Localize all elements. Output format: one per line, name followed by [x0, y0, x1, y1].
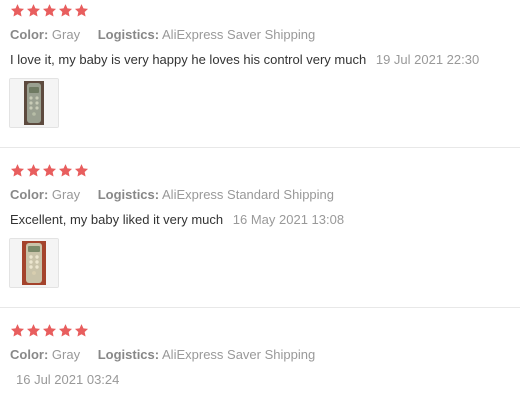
review-photo-thumbnail[interactable]: [9, 238, 59, 288]
color-label: Color:: [10, 187, 49, 202]
star-rating: [10, 3, 89, 19]
review-meta: Color: Gray Logistics: AliExpress Saver …: [10, 27, 329, 43]
star-icon: [10, 164, 25, 177]
star-icon: [42, 164, 57, 177]
logistics-label: Logistics:: [97, 27, 160, 42]
star-icon: [74, 4, 89, 17]
star-icon: [42, 324, 57, 337]
review-divider: [0, 147, 520, 148]
review-divider: [0, 307, 520, 308]
review-text: I love it, my baby is very happy he love…: [10, 52, 367, 67]
star-icon: [10, 4, 25, 17]
review-meta: Color: Gray Logistics: AliExpress Standa…: [10, 187, 348, 203]
logistics-label: Logistics:: [97, 187, 160, 202]
color-value: Gray: [51, 27, 81, 42]
star-icon: [74, 324, 89, 337]
review-date: 16 Jul 2021 03:24: [16, 372, 120, 387]
star-icon: [74, 164, 89, 177]
star-rating: [10, 323, 89, 339]
review-date: 19 Jul 2021 22:30: [375, 52, 480, 67]
star-icon: [26, 4, 41, 17]
toy-remote-photo-icon: [10, 239, 58, 287]
review-photo-thumbnail[interactable]: [9, 78, 59, 128]
logistics-value: AliExpress Standard Shipping: [162, 187, 335, 202]
review-body: 16 Jul 2021 03:24: [10, 372, 119, 388]
star-rating: [10, 163, 89, 179]
review-text: Excellent, my baby liked it very much: [10, 212, 224, 227]
color-value: Gray: [51, 347, 81, 362]
review-meta: Color: Gray Logistics: AliExpress Saver …: [10, 347, 329, 363]
color-value: Gray: [51, 187, 81, 202]
star-icon: [42, 4, 57, 17]
color-label: Color:: [10, 347, 49, 362]
logistics-value: AliExpress Saver Shipping: [162, 27, 316, 42]
logistics-value: AliExpress Saver Shipping: [162, 347, 316, 362]
star-icon: [26, 324, 41, 337]
star-icon: [58, 4, 73, 17]
star-icon: [58, 164, 73, 177]
review-body: Excellent, my baby liked it very much 16…: [10, 212, 344, 228]
logistics-label: Logistics:: [97, 347, 160, 362]
review-date: 16 May 2021 13:08: [232, 212, 345, 227]
color-label: Color:: [10, 27, 49, 42]
review-body: I love it, my baby is very happy he love…: [10, 52, 479, 68]
star-icon: [26, 164, 41, 177]
star-icon: [58, 324, 73, 337]
toy-remote-photo-icon: [10, 79, 58, 127]
star-icon: [10, 324, 25, 337]
